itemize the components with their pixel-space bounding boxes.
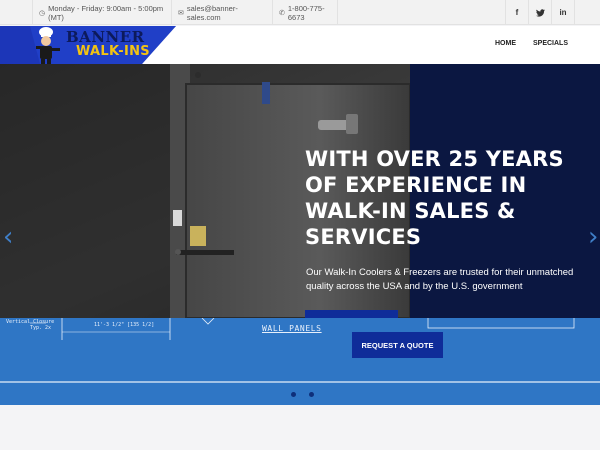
facebook-icon[interactable]: f (505, 0, 528, 25)
top-info-bar: ◷ Monday - Friday: 9:00am - 5:00pm (MT) … (0, 0, 600, 25)
blueprint-dimension: 11'-3 1/2" [135 1/2] (94, 322, 155, 328)
slider-dot-2[interactable] (309, 392, 314, 397)
email-link[interactable]: ✉ sales@banner-sales.com (171, 0, 269, 25)
twitter-bird-icon (535, 8, 545, 17)
linkedin-icon[interactable]: in (551, 0, 575, 25)
hero-subtitle: Our Walk-In Coolers & Freezers are trust… (306, 267, 574, 292)
phone-icon: ✆ (279, 9, 285, 17)
nav-specials[interactable]: SPECIALS (533, 40, 568, 47)
banner-walk-ins-logo[interactable]: BANNER WALK-INS (0, 26, 176, 64)
blueprint-wall-label: WALL PANELS (262, 324, 322, 333)
twitter-icon[interactable] (528, 0, 551, 25)
cta-ghost-button (305, 310, 398, 318)
blueprint-closure-label: Vertical Closure Typ. 2x (6, 319, 54, 331)
clock-icon: ◷ (39, 9, 46, 17)
closure-sub: Typ. 2x (30, 325, 52, 331)
email-text: sales@banner-sales.com (186, 3, 238, 22)
slider-dot-1[interactable] (291, 392, 296, 397)
phone-link[interactable]: ✆ 1-800-775-6673 (272, 0, 338, 25)
nav-home[interactable]: HOME (495, 40, 516, 47)
phone-text: 1-800-775-6673 (287, 3, 325, 22)
hours-text: Monday - Friday: 9:00am - 5:00pm (MT) (48, 3, 164, 22)
slider-next-arrow-icon[interactable]: › (588, 222, 598, 252)
blueprint-banner: Vertical Closure Typ. 2x 11'-3 1/2" [135… (0, 318, 600, 405)
main-navbar: BANNER WALK-INS HOME SPECIALS (0, 26, 600, 64)
hero-slider: WITH OVER 25 YEARS OF EXPERIENCE IN WALK… (0, 64, 600, 318)
request-quote-button[interactable]: REQUEST A QUOTE (352, 332, 443, 358)
logo-line-2: WALK-INS (76, 44, 150, 59)
hero-headline: WITH OVER 25 YEARS OF EXPERIENCE IN WALK… (305, 147, 564, 249)
business-hours: ◷ Monday - Friday: 9:00am - 5:00pm (MT) (32, 0, 168, 25)
page: ◷ Monday - Friday: 9:00am - 5:00pm (MT) … (0, 0, 600, 450)
envelope-icon: ✉ (178, 9, 184, 17)
slider-prev-arrow-icon[interactable]: ‹ (3, 222, 13, 252)
